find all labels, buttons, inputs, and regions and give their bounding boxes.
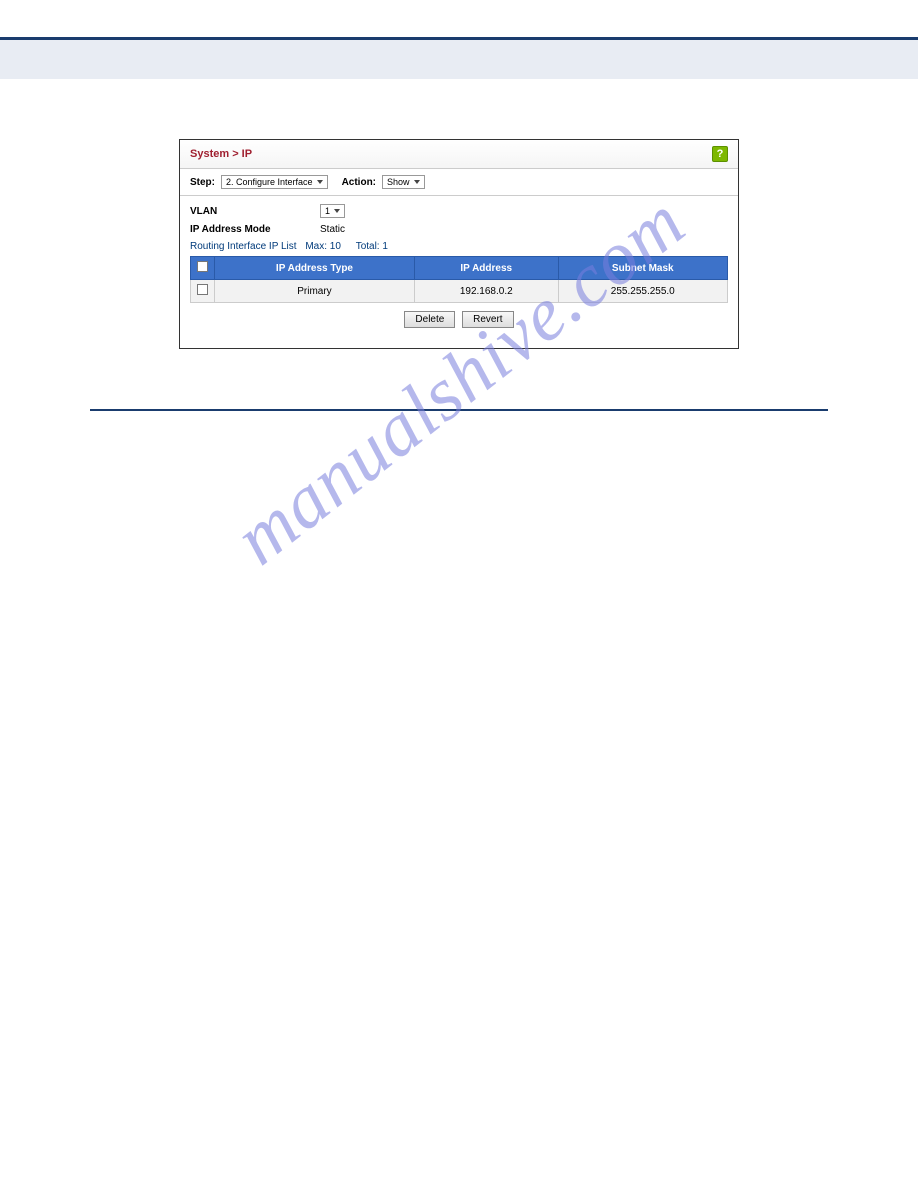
col-mask: Subnet Mask bbox=[558, 257, 727, 280]
page-header-bar bbox=[0, 37, 918, 79]
section-divider bbox=[90, 409, 828, 411]
ip-list-total: Total: 1 bbox=[356, 241, 388, 252]
chevron-down-icon bbox=[317, 180, 323, 184]
vlan-row: VLAN 1 bbox=[190, 204, 728, 218]
action-select[interactable]: Show bbox=[382, 175, 425, 189]
panel-header: System > IP ? bbox=[180, 140, 738, 169]
step-select[interactable]: 2. Configure Interface bbox=[221, 175, 328, 189]
ip-mode-row: IP Address Mode Static bbox=[190, 224, 728, 235]
row-select-cell bbox=[191, 280, 215, 303]
chevron-down-icon bbox=[414, 180, 420, 184]
delete-button[interactable]: Delete bbox=[404, 311, 455, 328]
form-area: VLAN 1 IP Address Mode Static Routing In… bbox=[180, 196, 738, 348]
ip-list-header: Routing Interface IP List Max: 10 Total:… bbox=[190, 241, 728, 252]
step-label: Step: bbox=[190, 177, 215, 188]
select-all-header bbox=[191, 257, 215, 280]
step-select-value: 2. Configure Interface bbox=[226, 177, 313, 187]
row-checkbox[interactable] bbox=[197, 284, 208, 295]
action-label: Action: bbox=[342, 177, 376, 188]
revert-button[interactable]: Revert bbox=[462, 311, 513, 328]
ip-config-panel: System > IP ? Step: 2. Configure Interfa… bbox=[179, 139, 739, 349]
button-row: Delete Revert bbox=[190, 303, 728, 338]
vlan-label: VLAN bbox=[190, 206, 320, 217]
col-address: IP Address bbox=[414, 257, 558, 280]
ip-mode-value: Static bbox=[320, 224, 345, 235]
ip-mode-label: IP Address Mode bbox=[190, 224, 320, 235]
vlan-select[interactable]: 1 bbox=[320, 204, 345, 218]
vlan-value: 1 bbox=[325, 206, 330, 216]
chevron-down-icon bbox=[334, 209, 340, 213]
row-type: Primary bbox=[215, 280, 415, 303]
action-select-value: Show bbox=[387, 177, 410, 187]
col-type: IP Address Type bbox=[215, 257, 415, 280]
row-address: 192.168.0.2 bbox=[414, 280, 558, 303]
table-row: Primary 192.168.0.2 255.255.255.0 bbox=[191, 280, 728, 303]
row-mask: 255.255.255.0 bbox=[558, 280, 727, 303]
step-action-row: Step: 2. Configure Interface Action: Sho… bbox=[180, 169, 738, 196]
table-header-row: IP Address Type IP Address Subnet Mask bbox=[191, 257, 728, 280]
breadcrumb: System > IP bbox=[190, 148, 252, 160]
ip-list-title: Routing Interface IP List bbox=[190, 241, 297, 252]
ip-list-max: Max: 10 bbox=[305, 241, 341, 252]
help-icon[interactable]: ? bbox=[712, 146, 728, 162]
select-all-checkbox[interactable] bbox=[197, 261, 208, 272]
ip-table: IP Address Type IP Address Subnet Mask P… bbox=[190, 256, 728, 303]
